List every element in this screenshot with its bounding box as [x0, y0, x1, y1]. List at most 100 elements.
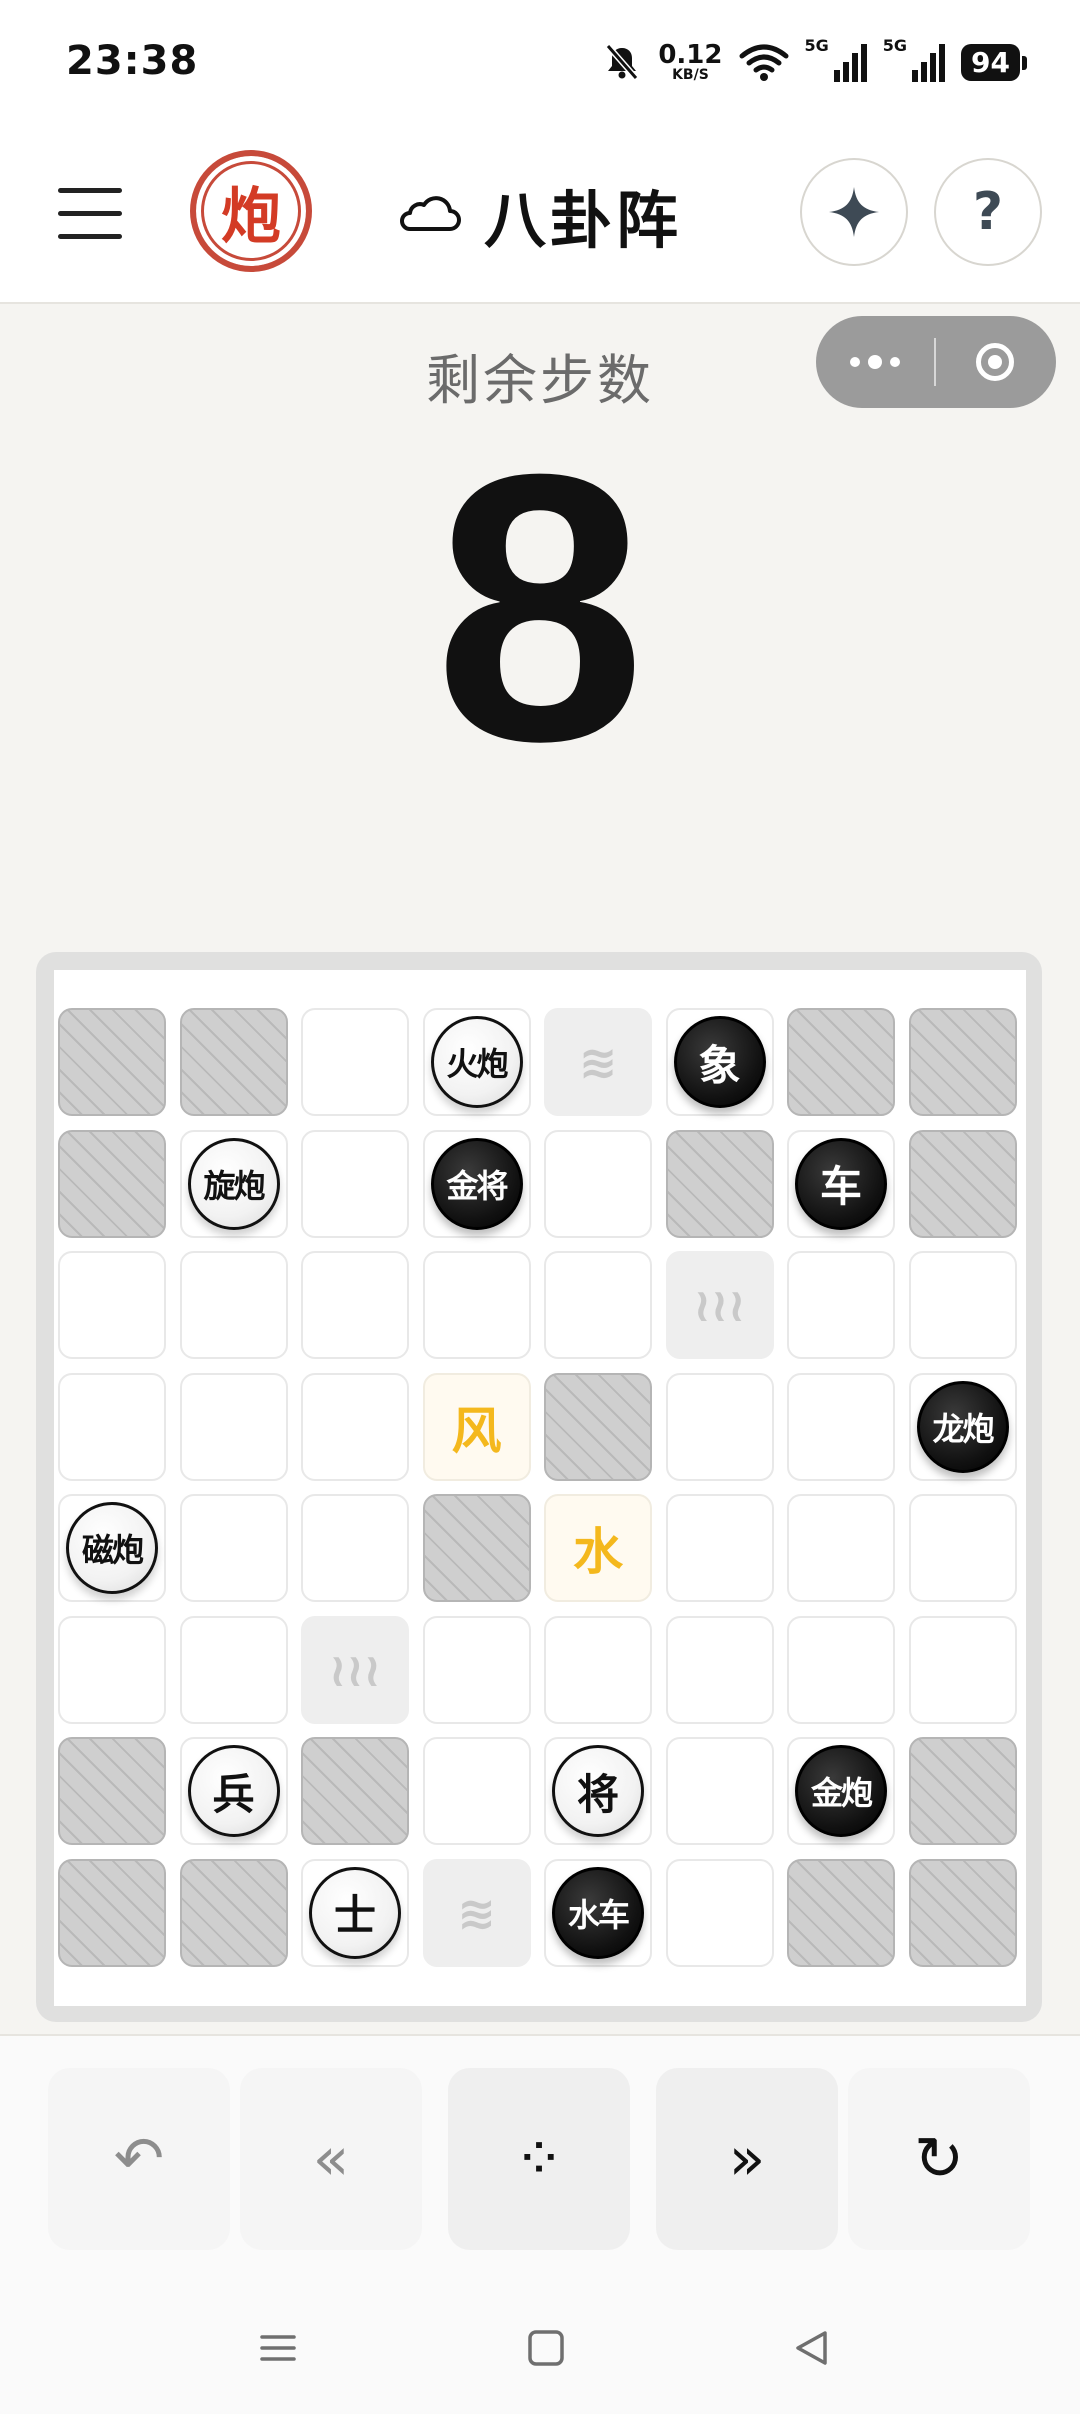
- board-cell-blocked: [422, 1494, 531, 1602]
- wifi-icon: [739, 44, 788, 81]
- board-cell-empty[interactable]: [787, 1494, 895, 1602]
- board-cell-empty[interactable]: [301, 1251, 409, 1359]
- board-cell-empty[interactable]: [422, 1615, 531, 1724]
- board-cell-empty[interactable]: [544, 1615, 652, 1724]
- system-nav-bar: [0, 2284, 1080, 2414]
- prev-button[interactable]: «: [240, 2068, 422, 2250]
- board-cell-blocked: [58, 1129, 166, 1238]
- board-cell-empty[interactable]: [908, 1251, 1017, 1359]
- piece-label: 将: [576, 1769, 619, 1819]
- board-cell-empty[interactable]: [179, 1251, 288, 1359]
- app-logo[interactable]: 炮: [190, 150, 312, 272]
- board-cell-ground[interactable]: ≀≀≀: [301, 1615, 409, 1724]
- board-cell-empty[interactable]: [58, 1372, 166, 1481]
- nav-back-icon[interactable]: [788, 2324, 836, 2372]
- board-cell-blocked: [58, 1858, 166, 1967]
- double-left-icon: «: [312, 2124, 350, 2194]
- board-cell-blocked: [179, 1008, 288, 1116]
- piece-label: 兵: [212, 1769, 255, 1819]
- element-tile-label: 水: [573, 1522, 623, 1581]
- black-piece[interactable]: 水车: [552, 1866, 644, 1959]
- board-cell-empty[interactable]: [301, 1372, 409, 1481]
- board-cell-elem[interactable]: 水: [544, 1494, 652, 1602]
- board-cell-empty[interactable]: [665, 1858, 774, 1967]
- piece-label: 龙炮: [932, 1409, 994, 1448]
- piece-label: 旋炮: [203, 1166, 265, 1205]
- board-cell-blocked: [908, 1129, 1017, 1238]
- hamburger-icon: [58, 188, 122, 193]
- signal-1-icon: [833, 44, 867, 82]
- undo-button[interactable]: ↶: [48, 2068, 230, 2250]
- menu-grid-button[interactable]: ⁘: [448, 2068, 630, 2250]
- black-piece[interactable]: 金炮: [795, 1745, 887, 1837]
- white-piece[interactable]: 士: [309, 1866, 401, 1959]
- hamburger-line: [58, 234, 122, 239]
- terrain-symbol: ≋: [578, 1035, 618, 1089]
- board-cell-empty[interactable]: [908, 1494, 1017, 1602]
- nav-menu-icon[interactable]: [254, 2324, 302, 2372]
- white-piece[interactable]: 将: [552, 1745, 644, 1837]
- board-cell-empty[interactable]: [422, 1737, 531, 1845]
- black-piece[interactable]: 龙炮: [916, 1380, 1009, 1473]
- nav-home-icon[interactable]: [522, 2324, 570, 2372]
- signal-2-icon: [912, 44, 946, 82]
- board-cell-empty[interactable]: [301, 1494, 409, 1602]
- terrain-symbol: ≀≀≀: [693, 1278, 746, 1332]
- black-piece[interactable]: 车: [795, 1137, 887, 1230]
- board-cell-elem[interactable]: 风: [422, 1372, 531, 1481]
- piece-label: 车: [819, 1162, 862, 1211]
- piece-label: 磁炮: [81, 1531, 144, 1569]
- restart-button[interactable]: ↻: [848, 2068, 1030, 2250]
- menu-button[interactable]: [58, 188, 122, 240]
- board-cell-empty[interactable]: [787, 1251, 895, 1359]
- game-board: ≋ ≀≀≀ 风水 ≀≀≀ ≋ 火炮 象旋炮 金将 车龙炮磁炮兵 将 金炮士 水车: [54, 970, 1026, 2006]
- board-cell-empty[interactable]: [301, 1008, 409, 1116]
- battery-indicator: 94: [961, 43, 1027, 81]
- board-cell-empty[interactable]: [58, 1615, 166, 1724]
- board-cell-empty[interactable]: [665, 1494, 774, 1602]
- help-button[interactable]: ?: [934, 158, 1042, 266]
- black-piece[interactable]: 金将: [430, 1137, 523, 1230]
- board-cell-ground[interactable]: ≋: [544, 1008, 652, 1116]
- board-cell-empty[interactable]: [908, 1615, 1017, 1724]
- board-cell-empty[interactable]: [544, 1251, 652, 1359]
- terrain-symbol: ≀≀≀: [329, 1642, 381, 1697]
- cloud-icon: [400, 196, 461, 231]
- board-cell-empty[interactable]: [179, 1372, 288, 1481]
- black-piece[interactable]: 象: [673, 1016, 766, 1108]
- board-cell-empty[interactable]: [665, 1737, 774, 1845]
- board-cell-empty[interactable]: [58, 1251, 166, 1359]
- board-cell-empty[interactable]: [179, 1494, 288, 1602]
- hamburger-line: [58, 211, 122, 216]
- app-header: 炮 八卦阵 ?: [0, 130, 1080, 304]
- sparkle-icon: [829, 187, 879, 237]
- board-cell-empty[interactable]: [787, 1615, 895, 1724]
- board-cell-blocked: [58, 1737, 166, 1845]
- piece-label: 水车: [567, 1895, 630, 1934]
- four-dots-icon: ⁘: [513, 2124, 565, 2194]
- status-icons: 0.12 KB/S 5G 5G 94: [602, 36, 1027, 88]
- white-piece[interactable]: 旋炮: [187, 1137, 280, 1230]
- board-cell-empty[interactable]: [544, 1129, 652, 1238]
- white-piece[interactable]: 磁炮: [66, 1502, 158, 1594]
- board-cell-empty[interactable]: [787, 1372, 895, 1481]
- element-tile-label: 风: [451, 1400, 502, 1460]
- next-button[interactable]: »: [656, 2068, 838, 2250]
- restart-icon: ↻: [913, 2124, 965, 2194]
- board-cell-blocked: [787, 1858, 895, 1967]
- white-piece[interactable]: 火炮: [430, 1016, 523, 1108]
- white-piece[interactable]: 兵: [187, 1745, 280, 1837]
- board-cell-empty[interactable]: [422, 1251, 531, 1359]
- board-cell-empty[interactable]: [179, 1615, 288, 1724]
- net-speed: 0.12 KB/S: [658, 40, 723, 83]
- board-cell-ground[interactable]: ≋: [422, 1858, 531, 1967]
- board-cell-ground[interactable]: ≀≀≀: [665, 1251, 774, 1359]
- question-mark-icon: ?: [972, 182, 1004, 242]
- board-cell-empty[interactable]: [665, 1372, 774, 1481]
- sim2-network-label: 5G: [882, 36, 908, 55]
- board-cell-blocked: [301, 1737, 409, 1845]
- double-right-icon: »: [728, 2124, 766, 2194]
- board-cell-empty[interactable]: [665, 1615, 774, 1724]
- board-cell-empty[interactable]: [301, 1129, 409, 1238]
- hint-button[interactable]: [800, 158, 908, 266]
